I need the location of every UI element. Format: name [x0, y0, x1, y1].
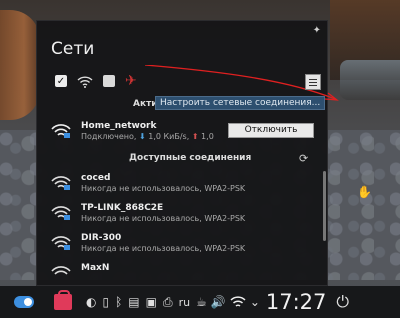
popup-title: Сети [51, 39, 95, 59]
connection-status: Подключено, ⬇ 1,0 КиБ/s, ⬆ 1,0 [81, 132, 214, 141]
networks-popup: ✦ Сети ✓ ✈ Акти Настроить сетевые соедин… [36, 20, 339, 286]
network-name: TP-LINK_868C2E [81, 203, 164, 213]
clipboard-icon[interactable]: ▤ [128, 295, 139, 309]
wifi-secure-icon [51, 206, 71, 220]
airplane-icon: ✈ [125, 73, 137, 89]
network-name: coced [81, 173, 111, 183]
network-name: DIR-300 [81, 233, 122, 243]
wallpaper-boat [340, 60, 400, 100]
pin-icon[interactable]: ✦ [313, 25, 321, 36]
chevron-down-icon[interactable]: ⌄ [250, 295, 260, 309]
tooltip: Настроить сетевые соединения... [155, 96, 326, 110]
printer-icon[interactable]: ⎙ [163, 295, 173, 310]
taskbar: ◐ ▯ ᛒ ▤ ▣ ⎙ ru ☕ 🔊 ⌄ 17:27 ⏻ [0, 286, 400, 318]
wifi-secure-icon [51, 124, 71, 138]
power-icon[interactable]: ⏻ [336, 292, 349, 312]
wallpaper-boat [0, 10, 40, 120]
coffee-icon[interactable]: ☕ [196, 295, 207, 309]
toggle-row: ✓ ✈ [55, 73, 137, 89]
wifi-secure-icon [51, 236, 71, 250]
available-connections-header: Доступные соединения [129, 153, 252, 163]
network-status: Никогда не использовалось, WPA2-PSK [81, 184, 246, 193]
network-name: Home_network [81, 121, 157, 131]
refresh-icon[interactable]: ⟳ [299, 152, 308, 165]
network-status: Никогда не использовалось, WPA2-PSK [81, 214, 246, 223]
display-icon[interactable]: ▣ [146, 295, 157, 309]
updates-icon[interactable]: ◐ [86, 295, 96, 309]
store-icon[interactable] [54, 290, 72, 310]
active-connections-header: Акти [133, 99, 158, 109]
keyboard-layout[interactable]: ru [179, 296, 191, 309]
bluetooth-icon[interactable]: ᛒ [115, 295, 122, 309]
scrollbar[interactable] [323, 171, 326, 241]
wifi-secure-icon [51, 266, 71, 275]
network-tray-icon[interactable] [230, 295, 246, 309]
network-name: MaxN [81, 263, 110, 273]
network-status: Никогда не использовалось, WPA2-PSK [81, 244, 246, 253]
kdeconnect-icon[interactable]: ▯ [102, 295, 109, 309]
disconnect-button[interactable]: Отключить [228, 123, 314, 138]
clock[interactable]: 17:27 [266, 290, 327, 314]
wifi-enable-checkbox[interactable]: ✓ [55, 75, 67, 87]
volume-icon[interactable]: 🔊 [211, 295, 226, 309]
wifi-secure-icon [51, 176, 71, 190]
airplane-mode-checkbox[interactable] [103, 75, 115, 87]
mouse-cursor-icon: ✋ [357, 185, 372, 199]
wifi-icon [77, 75, 93, 88]
configure-connections-button[interactable] [305, 74, 321, 90]
toggle-switch-icon[interactable] [14, 296, 34, 308]
